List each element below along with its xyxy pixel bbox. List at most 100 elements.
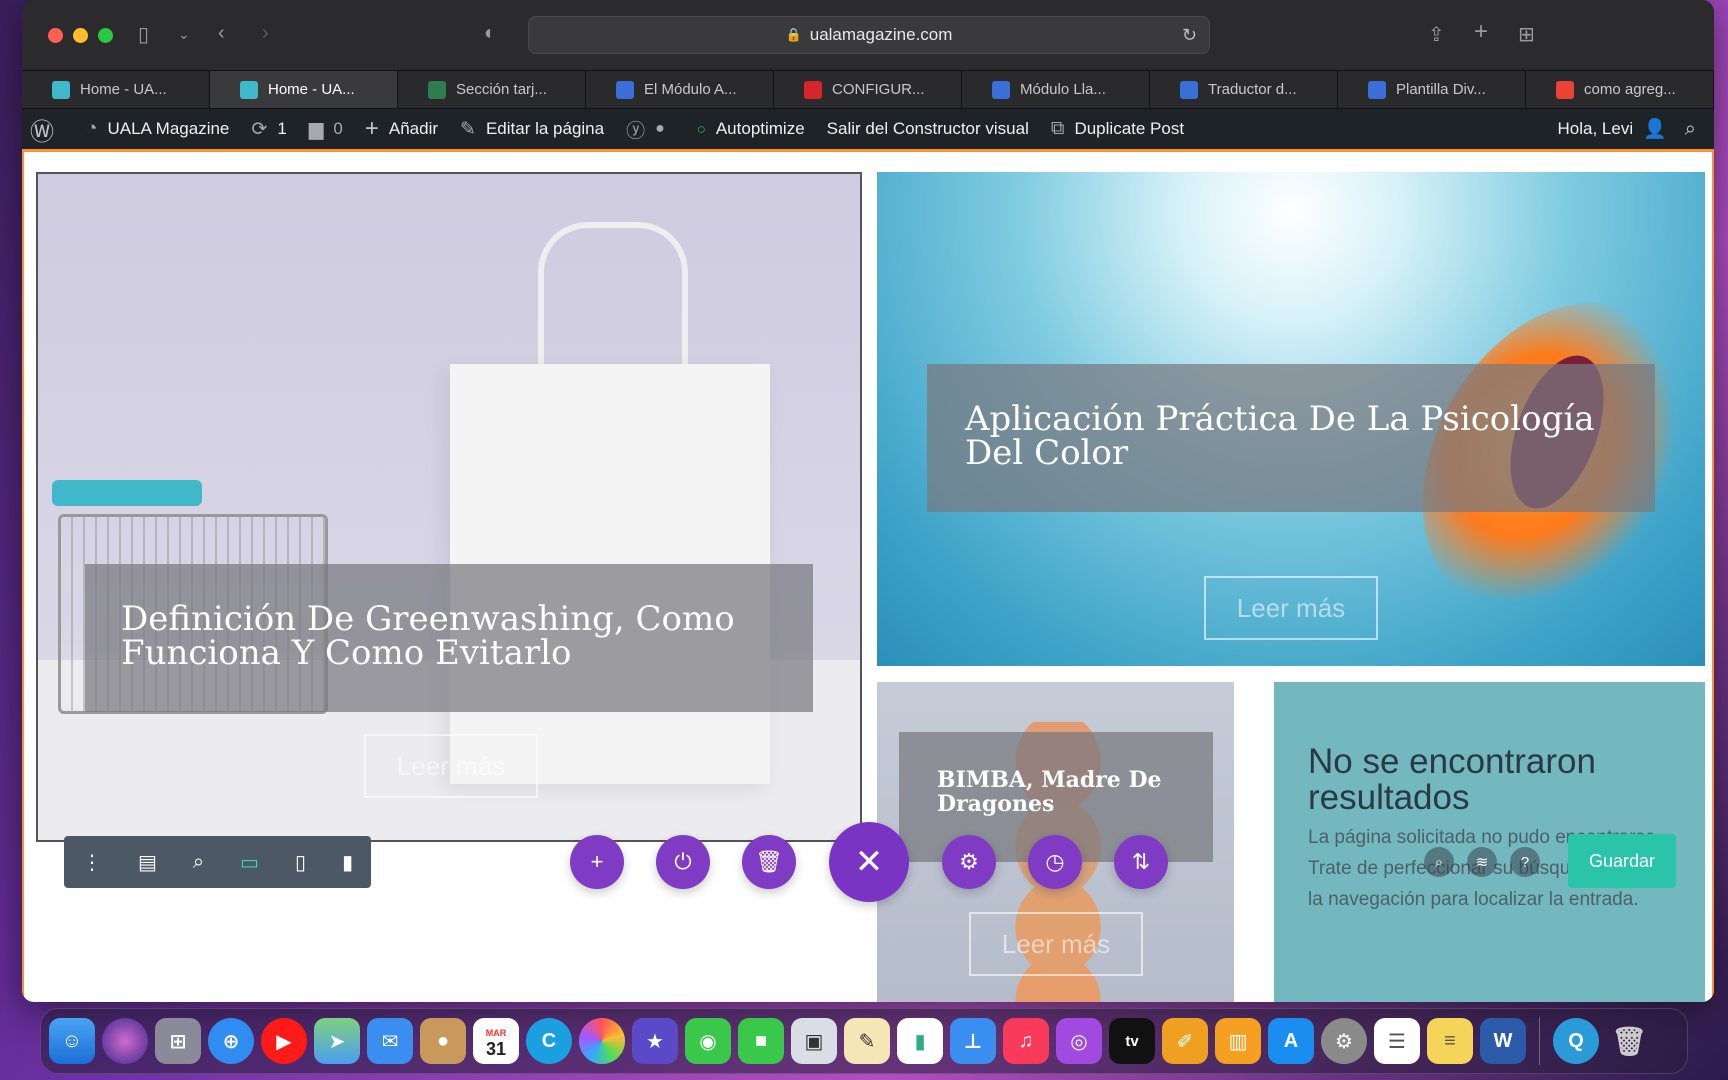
save-button[interactable]: Guardar: [1568, 834, 1676, 888]
chevron-down-icon[interactable]: ⌄: [178, 26, 190, 43]
autoptimize-link[interactable]: ○ Autoptimize: [697, 119, 805, 139]
tab-favicon-icon: [240, 80, 258, 99]
add-module-button[interactable]: +: [570, 835, 624, 889]
portability-button[interactable]: ⏻: [656, 835, 710, 889]
back-arrow-icon[interactable]: ‹: [218, 22, 225, 45]
calendar-icon[interactable]: MAR 31: [473, 1018, 519, 1064]
post-title[interactable]: BIMBA, Madre De Dragones: [937, 767, 1162, 817]
comments-link[interactable]: ▆ 0: [309, 118, 343, 141]
keynote-icon[interactable]: ⊥: [950, 1018, 996, 1064]
read-more-button[interactable]: Leer más: [1204, 576, 1378, 640]
pencil-icon: ✎: [460, 118, 476, 140]
tab-bar: Home - UA... Home - UA... Sección tarj... E…: [22, 70, 1714, 109]
phone-view-icon[interactable]: ▮: [342, 850, 353, 875]
browser-tab[interactable]: Home - UA...: [22, 71, 210, 108]
minimize-window-button[interactable]: [73, 27, 88, 43]
apple-tv-icon[interactable]: tv: [1109, 1018, 1155, 1064]
duplicate-post-link[interactable]: ⧉ Duplicate Post: [1051, 118, 1184, 140]
tv-label: tv: [1125, 1032, 1139, 1050]
duplicate-icon: ⧉: [1050, 118, 1065, 139]
imovie-icon[interactable]: ★: [632, 1018, 678, 1064]
tablet-view-icon[interactable]: ▯: [295, 850, 306, 875]
word-icon[interactable]: W: [1480, 1018, 1526, 1064]
history-button[interactable]: ◷: [1028, 835, 1082, 889]
tab-favicon-icon: [52, 80, 70, 99]
post-title[interactable]: Definición De Greenwashing, Como Funcion…: [121, 599, 735, 673]
launchpad-icon[interactable]: ⊞: [155, 1018, 201, 1064]
desktop-view-icon[interactable]: ▭: [240, 850, 259, 875]
zoom-icon[interactable]: ⌕: [193, 851, 204, 874]
system-preferences-icon[interactable]: ⚙: [1321, 1018, 1367, 1064]
facetime-icon[interactable]: ■: [738, 1018, 784, 1064]
reorder-button[interactable]: ⇅: [1114, 835, 1168, 889]
post-card-greenwashing[interactable]: Definición De Greenwashing, Como Funcion…: [36, 172, 862, 842]
search-icon[interactable]: ⌕: [1685, 118, 1696, 141]
reload-icon[interactable]: ↻: [1182, 25, 1197, 46]
read-more-button[interactable]: Leer más: [969, 912, 1143, 976]
forward-arrow-icon[interactable]: ›: [262, 22, 269, 45]
browser-tab[interactable]: Módulo Lla...: [962, 71, 1150, 108]
finder-icon[interactable]: ☺: [49, 1018, 95, 1064]
wireframe-view-icon[interactable]: ▤: [138, 850, 157, 875]
exit-visual-builder-link[interactable]: Salir del Constructor visual: [827, 119, 1029, 139]
tab-overview-icon[interactable]: ⊞: [1518, 22, 1535, 47]
browser-tab[interactable]: El Módulo A...: [586, 71, 774, 108]
browser-tab[interactable]: Home - UA...: [210, 71, 398, 108]
app-store-icon[interactable]: A: [1268, 1018, 1314, 1064]
books-icon[interactable]: ▥: [1215, 1018, 1261, 1064]
updates-link[interactable]: ⟳ 1: [251, 118, 286, 141]
wp-admin-bar: Ⓦ ◔ UALA Magazine ⟳ 1 ▆ 0 + Añadir ✎ Edi…: [22, 109, 1714, 149]
numbers-icon[interactable]: ▮: [897, 1018, 943, 1064]
zoom-window-button[interactable]: [98, 27, 113, 43]
tab-label: Home - UA...: [268, 81, 355, 98]
cart-handle-image: [52, 480, 202, 506]
tab-favicon-icon: [1556, 80, 1574, 99]
browser-tab[interactable]: Traductor d...: [1150, 71, 1338, 108]
site-name-link[interactable]: ◔ UALA Magazine: [86, 118, 229, 140]
trash-icon[interactable]: 🗑: [1606, 1018, 1652, 1064]
edit-page-link[interactable]: ✎ Editar la página: [460, 118, 604, 141]
youtube-icon[interactable]: ▶: [261, 1018, 307, 1064]
help-icon[interactable]: ?: [1510, 847, 1540, 877]
browser-tab[interactable]: CONFIGUR...: [774, 71, 962, 108]
close-window-button[interactable]: [48, 27, 63, 43]
post-title[interactable]: Aplicación Práctica De La Psicología Del…: [965, 399, 1594, 473]
browser-tab[interactable]: como agreg...: [1526, 71, 1714, 108]
sidebar-toggle-icon[interactable]: ▯: [138, 22, 149, 47]
siri-icon[interactable]: [102, 1018, 148, 1064]
address-bar[interactable]: 🔒 ualamagazine.com ↻: [528, 16, 1210, 54]
browser-tab[interactable]: Sección tarj...: [398, 71, 586, 108]
browser-tab[interactable]: Plantilla Div...: [1338, 71, 1526, 108]
maps-icon[interactable]: ➤: [314, 1018, 360, 1064]
privacy-shield-icon[interactable]: ◐: [484, 22, 496, 45]
clear-layout-button[interactable]: 🗑: [742, 835, 796, 889]
textedit-icon[interactable]: ✎: [844, 1018, 890, 1064]
find-replace-icon[interactable]: ⌕: [1424, 847, 1454, 877]
more-options-icon[interactable]: ⋮: [82, 850, 102, 875]
contacts-icon[interactable]: ●: [420, 1018, 466, 1064]
quicktime-icon[interactable]: Q: [1553, 1018, 1599, 1064]
post-card-color-psychology[interactable]: Aplicación Práctica De La Psicología Del…: [877, 172, 1705, 666]
pages-icon[interactable]: ✐: [1162, 1018, 1208, 1064]
safari-icon[interactable]: ⊕: [208, 1018, 254, 1064]
preview-icon[interactable]: ▣: [791, 1018, 837, 1064]
photos-icon[interactable]: [579, 1018, 625, 1064]
yoast-link[interactable]: ⓨ ●: [626, 116, 675, 143]
canva-icon[interactable]: C: [526, 1018, 572, 1064]
page-settings-button[interactable]: ⚙: [942, 835, 996, 889]
layers-icon[interactable]: ≋: [1467, 847, 1497, 877]
share-icon[interactable]: ⇪: [1428, 22, 1445, 47]
add-new-link[interactable]: + Añadir: [365, 115, 438, 143]
account-link[interactable]: Hola, Levi 👤: [1558, 117, 1667, 141]
close-builder-button[interactable]: ✕: [829, 822, 909, 902]
reminders-icon[interactable]: ☰: [1374, 1018, 1420, 1064]
podcasts-icon[interactable]: ◎: [1056, 1018, 1102, 1064]
yoast-icon: ⓨ: [626, 120, 646, 142]
wordpress-logo-icon[interactable]: Ⓦ: [30, 112, 64, 147]
mail-icon[interactable]: ✉: [367, 1018, 413, 1064]
new-tab-icon[interactable]: +: [1474, 18, 1488, 46]
notes-icon[interactable]: ≡: [1427, 1018, 1473, 1064]
messages-icon[interactable]: ◉: [685, 1018, 731, 1064]
music-icon[interactable]: ♫: [1003, 1018, 1049, 1064]
read-more-button[interactable]: Leer más: [364, 734, 538, 798]
